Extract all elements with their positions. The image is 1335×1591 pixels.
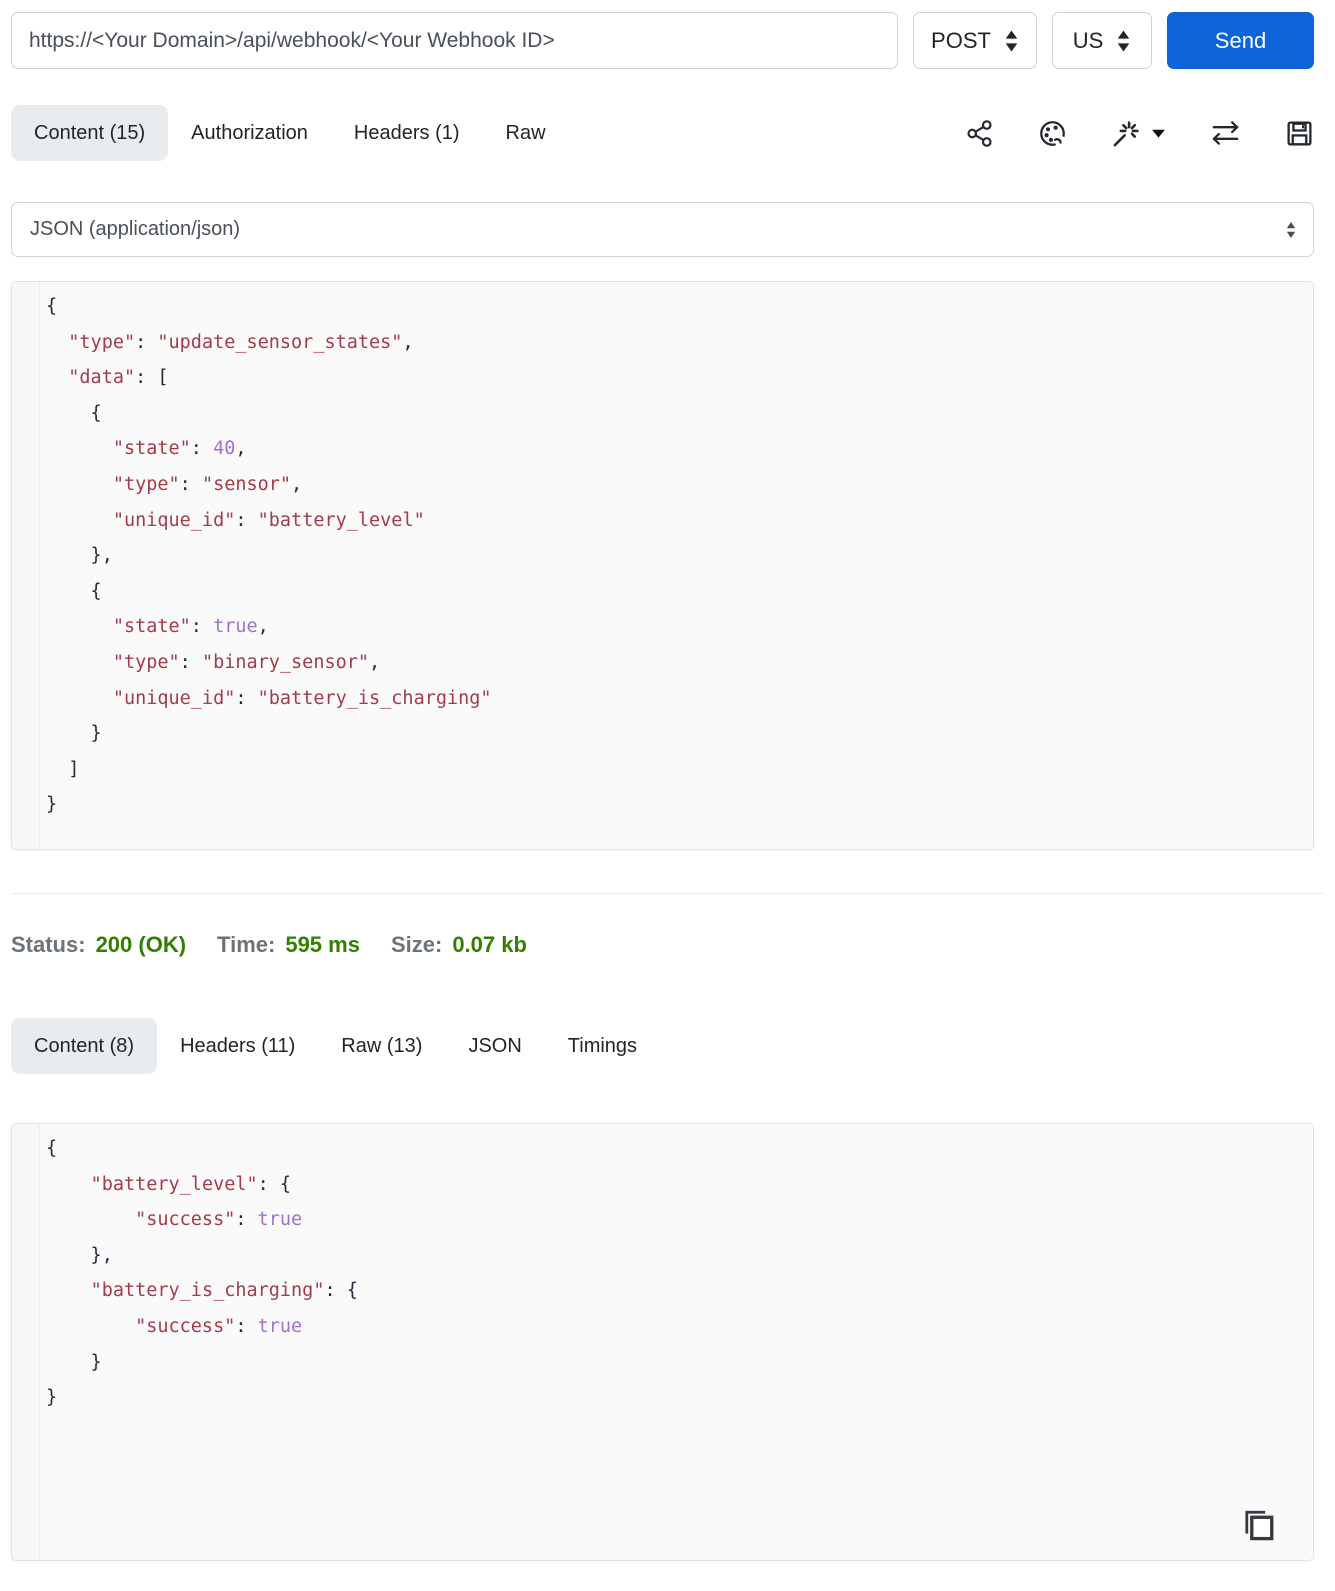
section-divider — [11, 893, 1324, 894]
region-select-value: US — [1072, 27, 1104, 53]
size-label: Size: — [390, 931, 443, 957]
request-body-editor[interactable]: { "type": "update_sensor_states", "data"… — [40, 282, 1313, 849]
content-type-select[interactable]: JSON (application/json) — [11, 202, 1314, 257]
updown-caret-icon — [1005, 29, 1018, 52]
send-button[interactable]: Send — [1167, 12, 1314, 69]
content-type-value: JSON (application/json) — [30, 218, 241, 240]
swap-request-button[interactable] — [1210, 120, 1241, 146]
url-input[interactable] — [11, 12, 898, 69]
share-icon — [967, 119, 992, 147]
size-value: 0.07 kb — [452, 931, 527, 957]
response-time: Time: 595 ms — [217, 932, 360, 958]
tab-request-authorization[interactable]: Authorization — [168, 105, 331, 161]
region-select[interactable]: US — [1052, 12, 1152, 69]
tab-response-content[interactable]: Content (8) — [11, 1018, 158, 1074]
tab-response-json[interactable]: JSON — [445, 1018, 544, 1074]
tab-response-raw[interactable]: Raw (13) — [318, 1018, 445, 1074]
time-value: 595 ms — [285, 931, 360, 957]
request-url-row: POST US Send — [11, 12, 1314, 69]
theme-palette-button[interactable] — [1038, 119, 1067, 148]
api-client-window: POST US Send Content (15) Authorization … — [0, 12, 1335, 1561]
request-toolbar — [965, 118, 1314, 149]
response-status-bar: Status: 200 (OK) Time: 595 ms Size: 0.07… — [11, 928, 1335, 961]
tab-request-content[interactable]: Content (15) — [11, 105, 169, 161]
palette-icon — [1040, 120, 1067, 148]
tab-request-raw[interactable]: Raw — [483, 105, 569, 161]
editor-gutter — [12, 282, 40, 849]
response-tabs: Content (8) Headers (11) Raw (13) JSON T… — [11, 1018, 1314, 1074]
updown-caret-icon — [1286, 221, 1296, 238]
response-body-panel: { "battery_level": { "success": true }, … — [11, 1123, 1314, 1561]
method-select[interactable]: POST — [913, 12, 1037, 69]
status-code: Status: 200 (OK) — [11, 932, 186, 958]
magic-wand-icon — [1113, 120, 1139, 146]
tab-response-timings[interactable]: Timings — [545, 1018, 660, 1074]
dropdown-caret-icon — [1152, 129, 1165, 138]
updown-caret-icon — [1118, 29, 1130, 52]
save-icon — [1287, 120, 1312, 146]
method-select-value: POST — [931, 27, 991, 53]
time-label: Time: — [217, 931, 276, 957]
response-size: Size: 0.07 kb — [391, 932, 527, 958]
tab-request-headers[interactable]: Headers (1) — [331, 105, 483, 161]
request-tabs: Content (15) Authorization Headers (1) R… — [11, 105, 1314, 161]
status-label: Status: — [11, 931, 86, 957]
swap-arrows-icon — [1212, 121, 1239, 145]
copy-icon — [1245, 1510, 1274, 1541]
save-request-button[interactable] — [1285, 119, 1314, 148]
response-body-viewer: { "battery_level": { "success": true }, … — [46, 1138, 358, 1409]
status-value: 200 (OK) — [95, 931, 187, 957]
request-body-panel: { "type": "update_sensor_states", "data"… — [11, 281, 1314, 850]
share-button[interactable] — [965, 119, 994, 148]
copy-response-button[interactable] — [1241, 1507, 1277, 1548]
tab-response-headers[interactable]: Headers (11) — [157, 1018, 318, 1074]
prettify-menu-button[interactable] — [1111, 118, 1166, 149]
viewer-gutter — [12, 1124, 40, 1560]
